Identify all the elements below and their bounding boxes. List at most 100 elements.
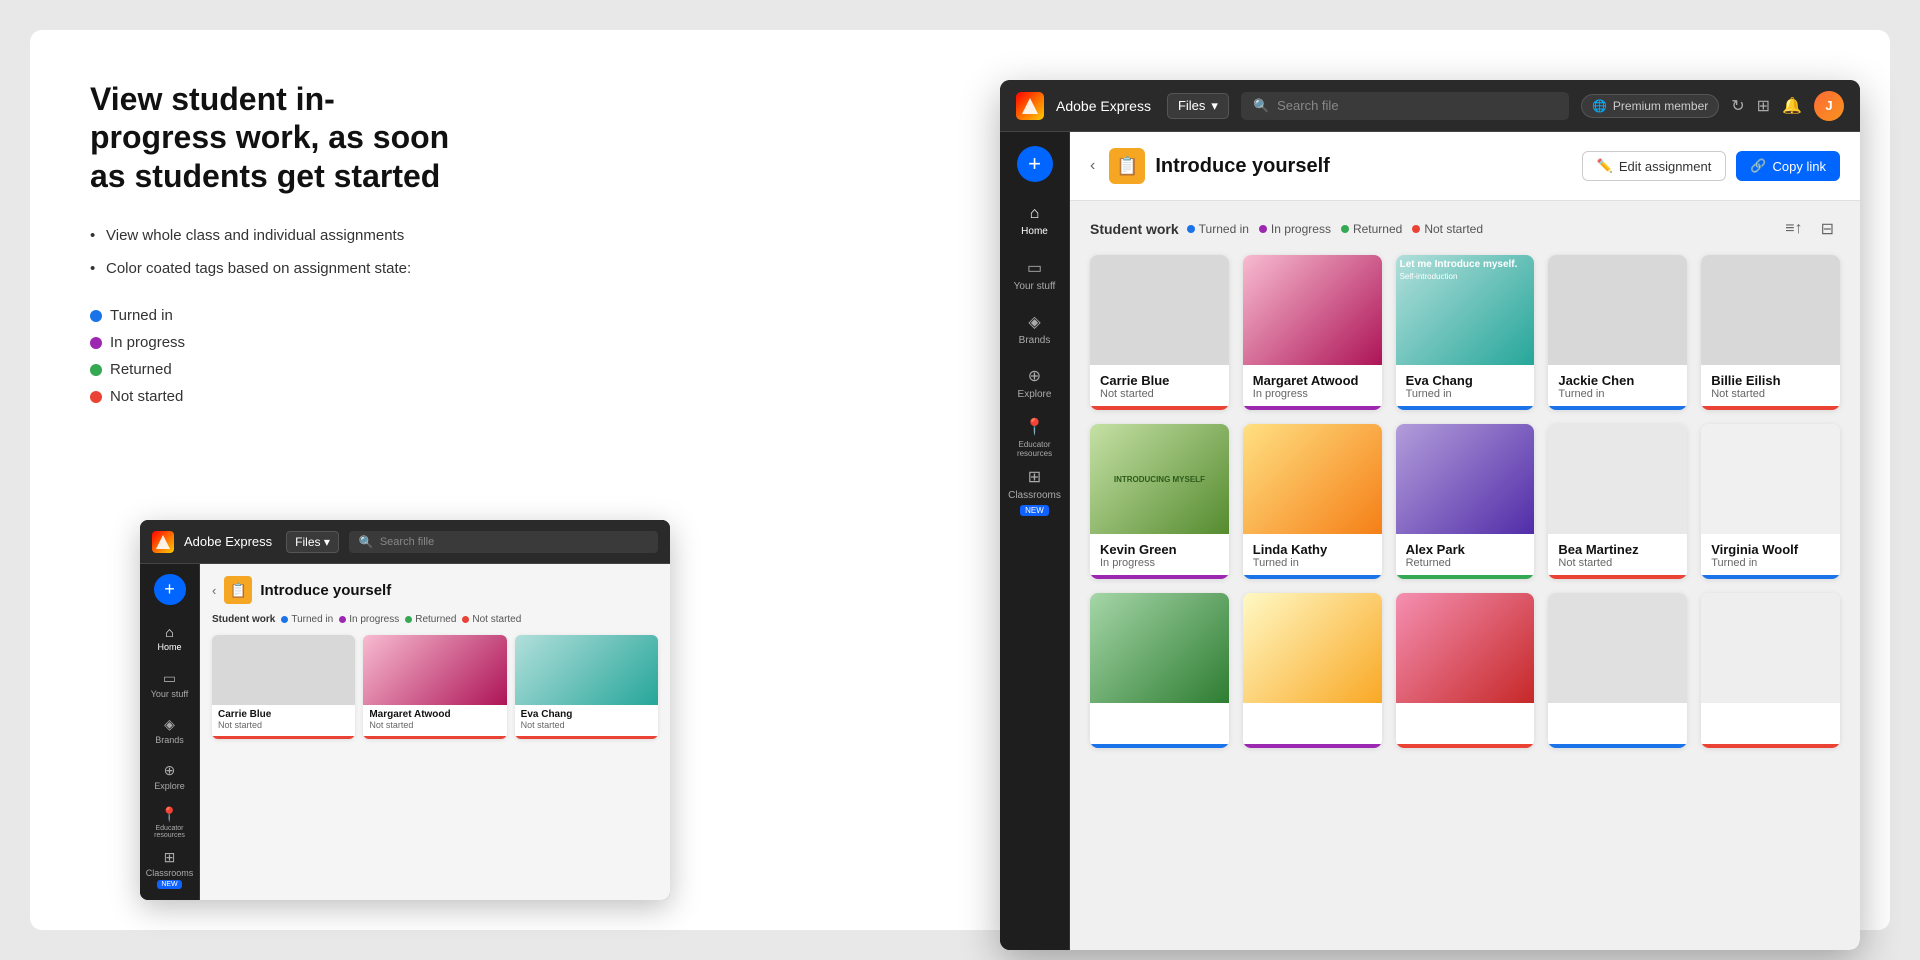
mini-assignment-header: ‹ 📋 Introduce yourself [212, 576, 658, 604]
files-dropdown[interactable]: Files ▾ [1167, 93, 1229, 119]
card-alex-park[interactable]: Alex Park Returned [1396, 424, 1535, 579]
sidebar-item-brands[interactable]: ◈ Brands [1005, 304, 1065, 354]
stuff-icon: ▭ [1027, 258, 1042, 278]
tag-turned-in: Turned in [90, 307, 470, 324]
mini-sidebar: + ⌂ Home ▭ Your stuff ◈ Brands ⊕ Explore [140, 564, 200, 900]
card-bea-martinez[interactable]: Bea Martinez Not started [1548, 424, 1687, 579]
mini-app-name: Adobe Express [184, 534, 272, 549]
bell-icon[interactable]: 🔔 [1782, 96, 1802, 116]
tag-not-started: Not started [90, 388, 470, 405]
returned-dot [90, 364, 102, 376]
thumb-bea-martinez [1548, 424, 1687, 534]
mini-app-window: Adobe Express Files ▾ 🔍 Search fille + ⌂… [140, 520, 670, 900]
mini-card-carrie[interactable]: Carrie Blue Not started [212, 635, 355, 739]
mini-card-info-margaret: Margaret Atwood Not started [363, 705, 506, 739]
main-app-window: Adobe Express Files ▾ 🔍 Search file 🌐 Pr… [1000, 80, 1860, 950]
mini-card-eva[interactable]: Eva Chang Not started [515, 635, 658, 739]
margaret-thumb-content [1243, 255, 1382, 365]
mini-cards-grid: Carrie Blue Not started Margaret Atwood … [212, 635, 658, 739]
info-alex-park: Alex Park Returned [1396, 534, 1535, 579]
card-linda-kathy[interactable]: Linda Kathy Turned in [1243, 424, 1382, 579]
outer-container: View student in-progress work, as soon a… [30, 30, 1890, 930]
card-row3-1[interactable] [1090, 593, 1229, 748]
plus-button[interactable]: + [1017, 146, 1053, 182]
user-avatar[interactable]: J [1814, 91, 1844, 121]
assignment-header: ‹ 📋 Introduce yourself ✏️ Edit assignmen… [1070, 132, 1860, 201]
sidebar-item-explore[interactable]: ⊕ Explore [1005, 358, 1065, 408]
mini-nav-educator[interactable]: 📍 Educator resources [145, 802, 195, 844]
mini-stuff-icon: ▭ [163, 670, 176, 687]
thumb-row3-2 [1243, 593, 1382, 703]
info-jackie-chen: Jackie Chen Turned in [1548, 365, 1687, 410]
grid-view-button[interactable]: ⊟ [1815, 217, 1840, 241]
card-billie-eilish[interactable]: Billie Eilish Not started [1701, 255, 1840, 410]
mini-card-info-eva: Eva Chang Not started [515, 705, 658, 739]
mini-assignment-icon: 📋 [224, 576, 252, 604]
copy-link-button[interactable]: 🔗 Copy link [1736, 151, 1840, 181]
sidebar-item-home[interactable]: ⌂ Home [1005, 196, 1065, 246]
info-row3-1 [1090, 703, 1229, 748]
mini-thumb-carrie [212, 635, 355, 705]
card-row3-2[interactable] [1243, 593, 1382, 748]
status-returned: Returned [1341, 222, 1402, 236]
classrooms-icon: ⊞ [1028, 467, 1041, 487]
explore-icon: ⊕ [1028, 366, 1041, 386]
mini-nav-brands[interactable]: ◈ Brands [145, 709, 195, 751]
card-eva-chang[interactable]: Let me Introduce myself. Self-introducti… [1396, 255, 1535, 410]
thumb-alex-park [1396, 424, 1535, 534]
thumb-linda-kathy [1243, 424, 1382, 534]
thumb-jackie-chen [1548, 255, 1687, 365]
card-jackie-chen[interactable]: Jackie Chen Turned in [1548, 255, 1687, 410]
card-margaret-atwood[interactable]: Margaret Atwood In progress [1243, 255, 1382, 410]
app-name: Adobe Express [1056, 98, 1151, 114]
mini-nav-explore[interactable]: ⊕ Explore [145, 755, 195, 797]
search-bar[interactable]: 🔍 Search file [1241, 92, 1569, 120]
mini-tag-returned: Returned [405, 614, 456, 625]
pencil-icon: ✏️ [1597, 158, 1613, 174]
bullet-item-1: View whole class and individual assignme… [90, 225, 470, 246]
status-tags: Turned in In progress Returned [1187, 222, 1483, 236]
mini-back-button[interactable]: ‹ [212, 583, 216, 598]
bullet-list: View whole class and individual assignme… [90, 225, 470, 279]
thumb-eva-chang: Let me Introduce myself. Self-introducti… [1396, 255, 1535, 365]
card-row3-3[interactable] [1396, 593, 1535, 748]
info-virginia-woolf: Virginia Woolf Turned in [1701, 534, 1840, 579]
main-topbar: Adobe Express Files ▾ 🔍 Search file 🌐 Pr… [1000, 80, 1860, 132]
card-row3-5[interactable] [1701, 593, 1840, 748]
card-kevin-green[interactable]: INTRODUCING MYSELF Kevin Green In progre… [1090, 424, 1229, 579]
premium-badge: 🌐 Premium member [1581, 94, 1719, 118]
mini-card-margaret[interactable]: Margaret Atwood Not started [363, 635, 506, 739]
eva-thumb-inner: Let me Introduce myself. Self-introducti… [1396, 255, 1535, 365]
mini-classrooms-icon: ⊞ [164, 849, 176, 866]
mini-home-icon: ⌂ [165, 624, 173, 640]
mini-search-bar[interactable]: 🔍 Search fille [349, 531, 658, 553]
sidebar-item-educator[interactable]: 📍 Educator resources [1005, 412, 1065, 462]
mini-educator-icon: 📍 [161, 806, 178, 823]
mini-status-row: Student work Turned in In progress Retur… [212, 614, 658, 625]
home-icon: ⌂ [1030, 205, 1040, 223]
section-header: Student work Turned in In progress [1090, 217, 1840, 241]
card-row3-4[interactable] [1548, 593, 1687, 748]
card-carrie-blue[interactable]: Carrie Blue Not started [1090, 255, 1229, 410]
link-icon: 🔗 [1750, 158, 1766, 174]
back-button[interactable]: ‹ [1090, 157, 1095, 175]
refresh-icon[interactable]: ↻ [1731, 96, 1744, 116]
sidebar-item-your-stuff[interactable]: ▭ Your stuff [1005, 250, 1065, 300]
mini-brands-icon: ◈ [164, 716, 175, 733]
info-row3-3 [1396, 703, 1535, 748]
mini-nav-home[interactable]: ⌂ Home [145, 617, 195, 659]
mini-new-badge: NEW [157, 880, 181, 889]
mini-nav-classrooms[interactable]: ⊞ Classrooms NEW [145, 848, 195, 890]
info-row3-2 [1243, 703, 1382, 748]
sidebar-item-classrooms[interactable]: ⊞ Classrooms NEW [1005, 466, 1065, 516]
mini-nav-your-stuff[interactable]: ▭ Your stuff [145, 663, 195, 705]
mini-card-info-carrie: Carrie Blue Not started [212, 705, 355, 739]
list-sort-button[interactable]: ≡↑ [1779, 217, 1808, 241]
mini-plus-button[interactable]: + [154, 574, 186, 605]
card-virginia-woolf[interactable]: Virginia Woolf Turned in [1701, 424, 1840, 579]
turned-in-dot [90, 310, 102, 322]
mini-files-dropdown[interactable]: Files ▾ [286, 531, 339, 553]
grid-icon[interactable]: ⊞ [1757, 96, 1770, 116]
info-row3-5 [1701, 703, 1840, 748]
edit-assignment-button[interactable]: ✏️ Edit assignment [1582, 151, 1727, 181]
